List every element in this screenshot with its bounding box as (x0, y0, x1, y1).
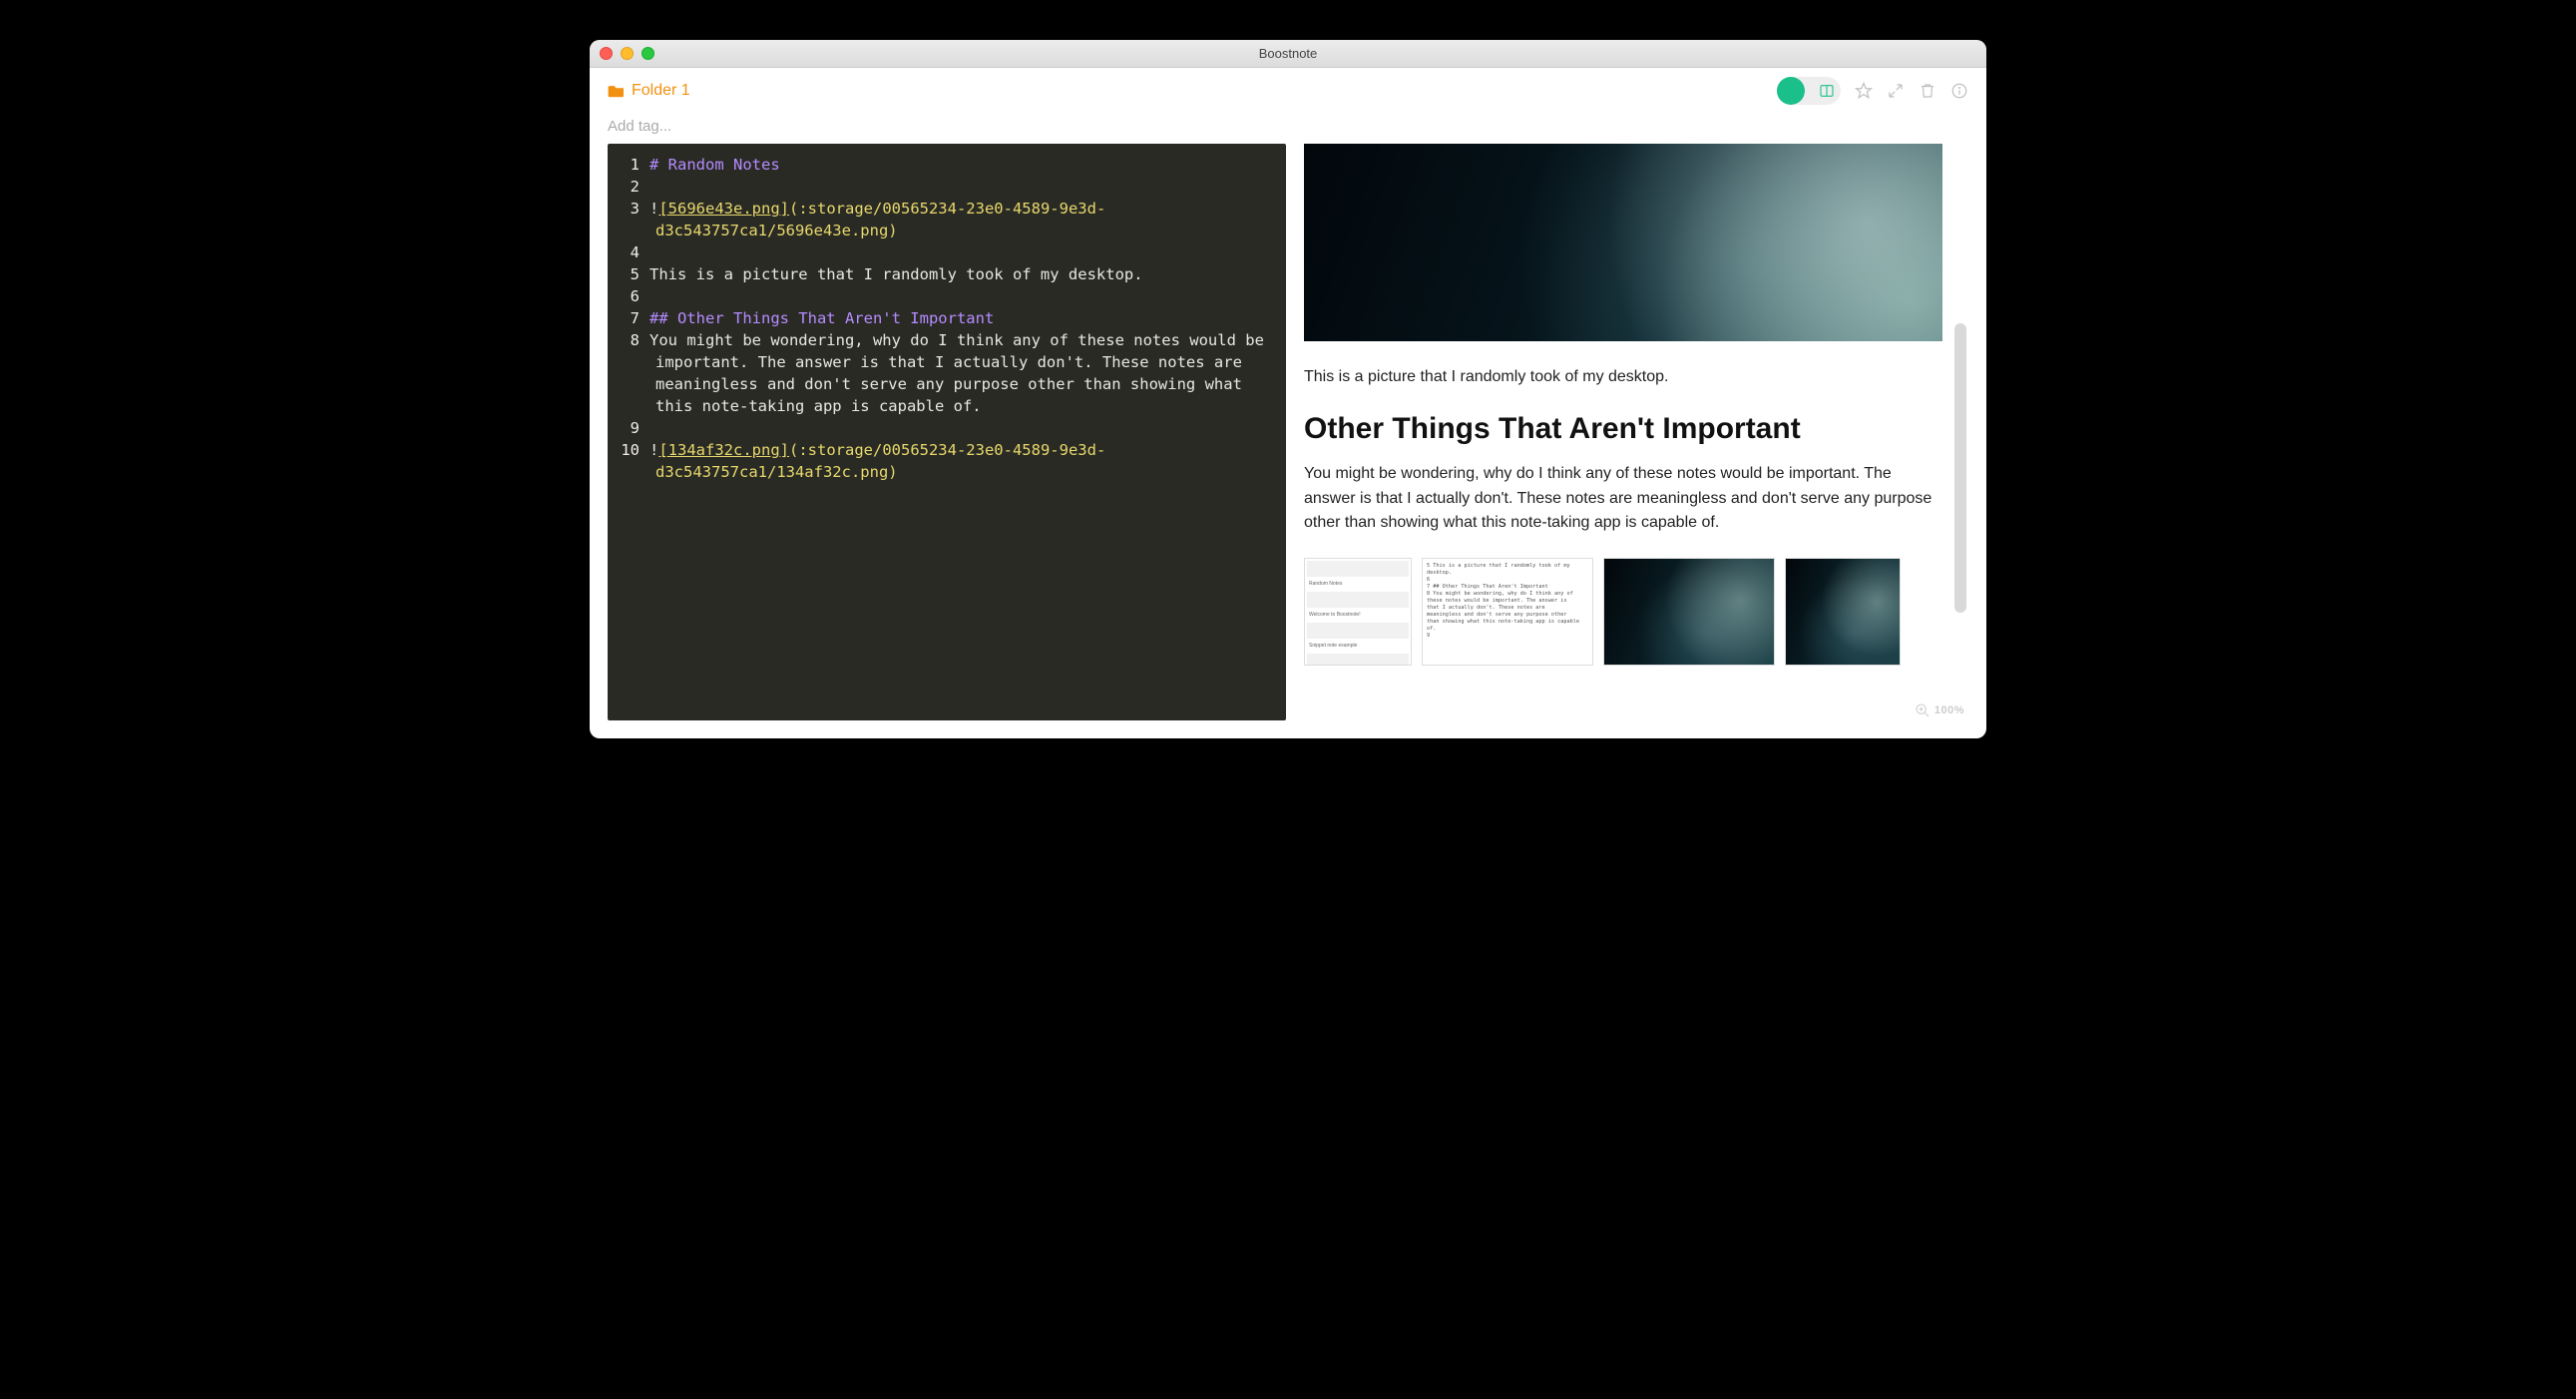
window-title: Boostnote (1259, 46, 1318, 61)
star-icon[interactable] (1855, 82, 1873, 100)
expand-icon[interactable] (1887, 82, 1905, 100)
thumbnail-editor: 5 This is a picture that I randomly took… (1422, 558, 1593, 666)
close-window-button[interactable] (600, 47, 613, 60)
zoom-indicator[interactable]: 100% (1915, 702, 1964, 718)
titlebar: Boostnote (590, 40, 1986, 68)
markdown-preview: This is a picture that I randomly took o… (1304, 144, 1968, 720)
app-window: Boostnote Folder 1 123 45678 910 # Rando… (590, 40, 1986, 738)
preview-body: You might be wondering, why do I think a… (1304, 462, 1942, 536)
thumbnail-notelist: Random Notes Welcome to Boostnote! Snipp… (1304, 558, 1412, 666)
minimize-window-button[interactable] (621, 47, 634, 60)
info-icon[interactable] (1950, 82, 1968, 100)
preview-hero-image (1304, 144, 1942, 341)
markdown-editor[interactable]: 123 45678 910 # Random Notes ![5696e43e.… (608, 144, 1286, 720)
toggle-knob (1777, 77, 1805, 105)
zoom-value: 100% (1934, 704, 1964, 716)
folder-icon (608, 84, 626, 98)
folder-name: Folder 1 (632, 82, 690, 100)
zoom-in-icon (1915, 702, 1931, 718)
content-area: 123 45678 910 # Random Notes ![5696e43e.… (590, 144, 1986, 738)
editor-code[interactable]: # Random Notes ![5696e43e.png](:storage/… (649, 154, 1276, 710)
zoom-window-button[interactable] (642, 47, 654, 60)
trash-icon[interactable] (1919, 82, 1936, 100)
view-mode-toggle[interactable] (1777, 77, 1841, 105)
thumbnail-fractal-2 (1785, 558, 1901, 666)
tag-input[interactable] (608, 118, 807, 135)
toolbar: Folder 1 (590, 68, 1986, 114)
preview-caption: This is a picture that I randomly took o… (1304, 365, 1942, 390)
window-controls (600, 47, 654, 60)
split-view-icon (1819, 83, 1835, 99)
thumbnail-fractal-1 (1603, 558, 1775, 666)
preview-heading: Other Things That Aren't Important (1304, 412, 1942, 446)
tag-row (590, 114, 1986, 144)
preview-thumbnails: Random Notes Welcome to Boostnote! Snipp… (1304, 558, 1942, 666)
editor-gutter: 123 45678 910 (612, 154, 649, 710)
preview-scrollbar[interactable] (1954, 323, 1966, 613)
folder-breadcrumb[interactable]: Folder 1 (608, 82, 690, 100)
toolbar-actions (1777, 77, 1968, 105)
